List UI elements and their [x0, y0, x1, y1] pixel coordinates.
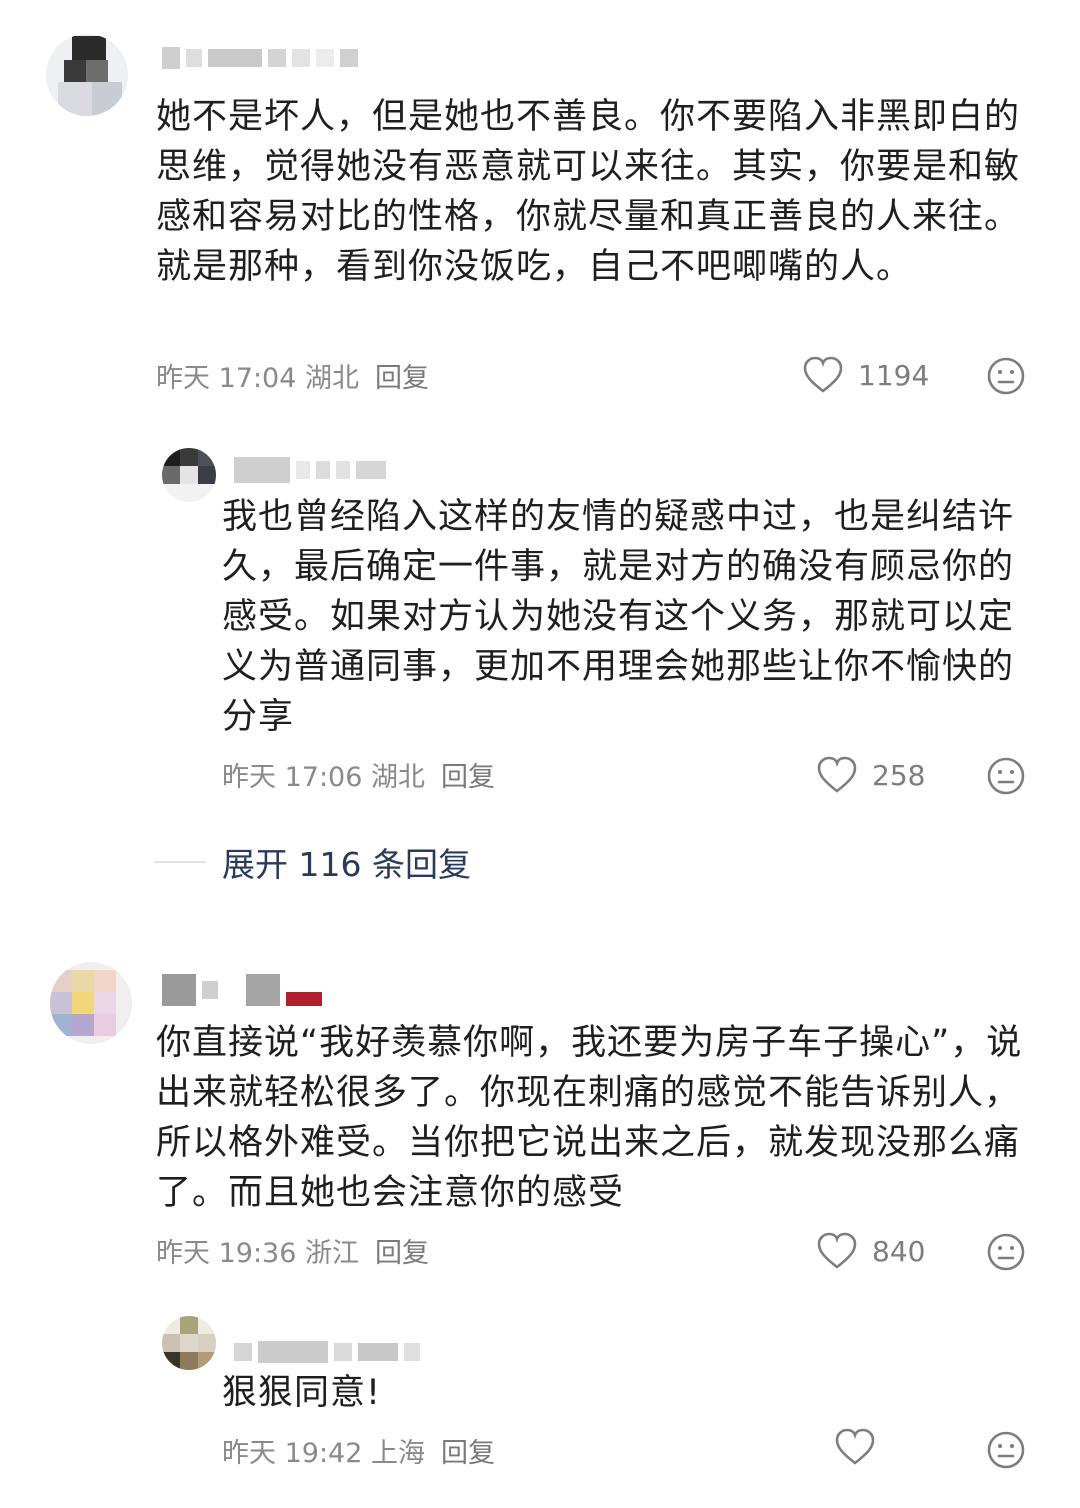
username-masked[interactable] [162, 40, 364, 76]
heart-outline-icon [817, 1232, 857, 1269]
avatar[interactable] [162, 448, 216, 502]
avatar[interactable] [162, 1316, 216, 1370]
heart-outline-icon [803, 356, 843, 393]
username-masked[interactable] [234, 1334, 426, 1370]
neutral-face-icon[interactable] [986, 356, 1026, 396]
location: 湖北 [305, 362, 359, 394]
timestamp: 昨天 17:04 [156, 362, 297, 394]
like-button[interactable]: 1194 [802, 355, 929, 395]
reply-button[interactable]: 回复 [441, 755, 495, 794]
username-masked[interactable] [162, 972, 328, 1008]
location: 上海 [371, 1437, 425, 1469]
like-button[interactable]: 840 [816, 1231, 925, 1271]
reply-text: 我也曾经陷入这样的友情的疑惑中过，也是纠结许久，最后确定一件事，就是对方的确没有… [222, 497, 1015, 737]
location: 湖北 [371, 761, 425, 793]
comment-text: 她不是坏人，但是她也不善良。你不要陷入非黑即白的思维，觉得她没有恶意就可以来往。… [156, 97, 1021, 287]
like-button[interactable]: 258 [816, 755, 925, 795]
heart-outline-icon [817, 756, 857, 793]
avatar[interactable] [50, 962, 132, 1044]
reply-button[interactable]: 回复 [375, 1231, 429, 1270]
reply-meta: 昨天 19:42 上海 回复 [222, 1430, 495, 1470]
comment-text: 你直接说“我好羡慕你啊，我还要为房子车子操心”，说出来就轻松很多了。你现在刺痛的… [156, 1023, 1023, 1213]
location: 浙江 [305, 1237, 359, 1269]
neutral-face-icon[interactable] [986, 1232, 1026, 1272]
divider [154, 861, 206, 863]
heart-outline-icon[interactable] [834, 1428, 876, 1466]
like-count: 258 [872, 758, 926, 792]
expand-replies-button[interactable]: 展开 116 条回复 [154, 838, 471, 886]
neutral-face-icon[interactable] [986, 1430, 1026, 1470]
comment-meta: 昨天 19:36 浙江 回复 [156, 1230, 429, 1270]
expand-label: 展开 116 条回复 [222, 845, 471, 884]
reply-button[interactable]: 回复 [375, 356, 429, 395]
reply-button[interactable]: 回复 [441, 1431, 495, 1470]
like-count: 840 [872, 1234, 926, 1268]
timestamp: 昨天 19:36 [156, 1237, 297, 1269]
reply-meta: 昨天 17:06 湖北 回复 [222, 754, 495, 794]
comment-meta: 昨天 17:04 湖北 回复 [156, 355, 429, 395]
like-count: 1194 [858, 358, 930, 392]
username-masked[interactable] [234, 452, 392, 488]
timestamp: 昨天 19:42 [222, 1437, 363, 1469]
timestamp: 昨天 17:06 [222, 761, 363, 793]
neutral-face-icon[interactable] [986, 756, 1026, 796]
avatar[interactable] [46, 34, 128, 116]
reply-text: 狠狠同意! [222, 1373, 382, 1413]
